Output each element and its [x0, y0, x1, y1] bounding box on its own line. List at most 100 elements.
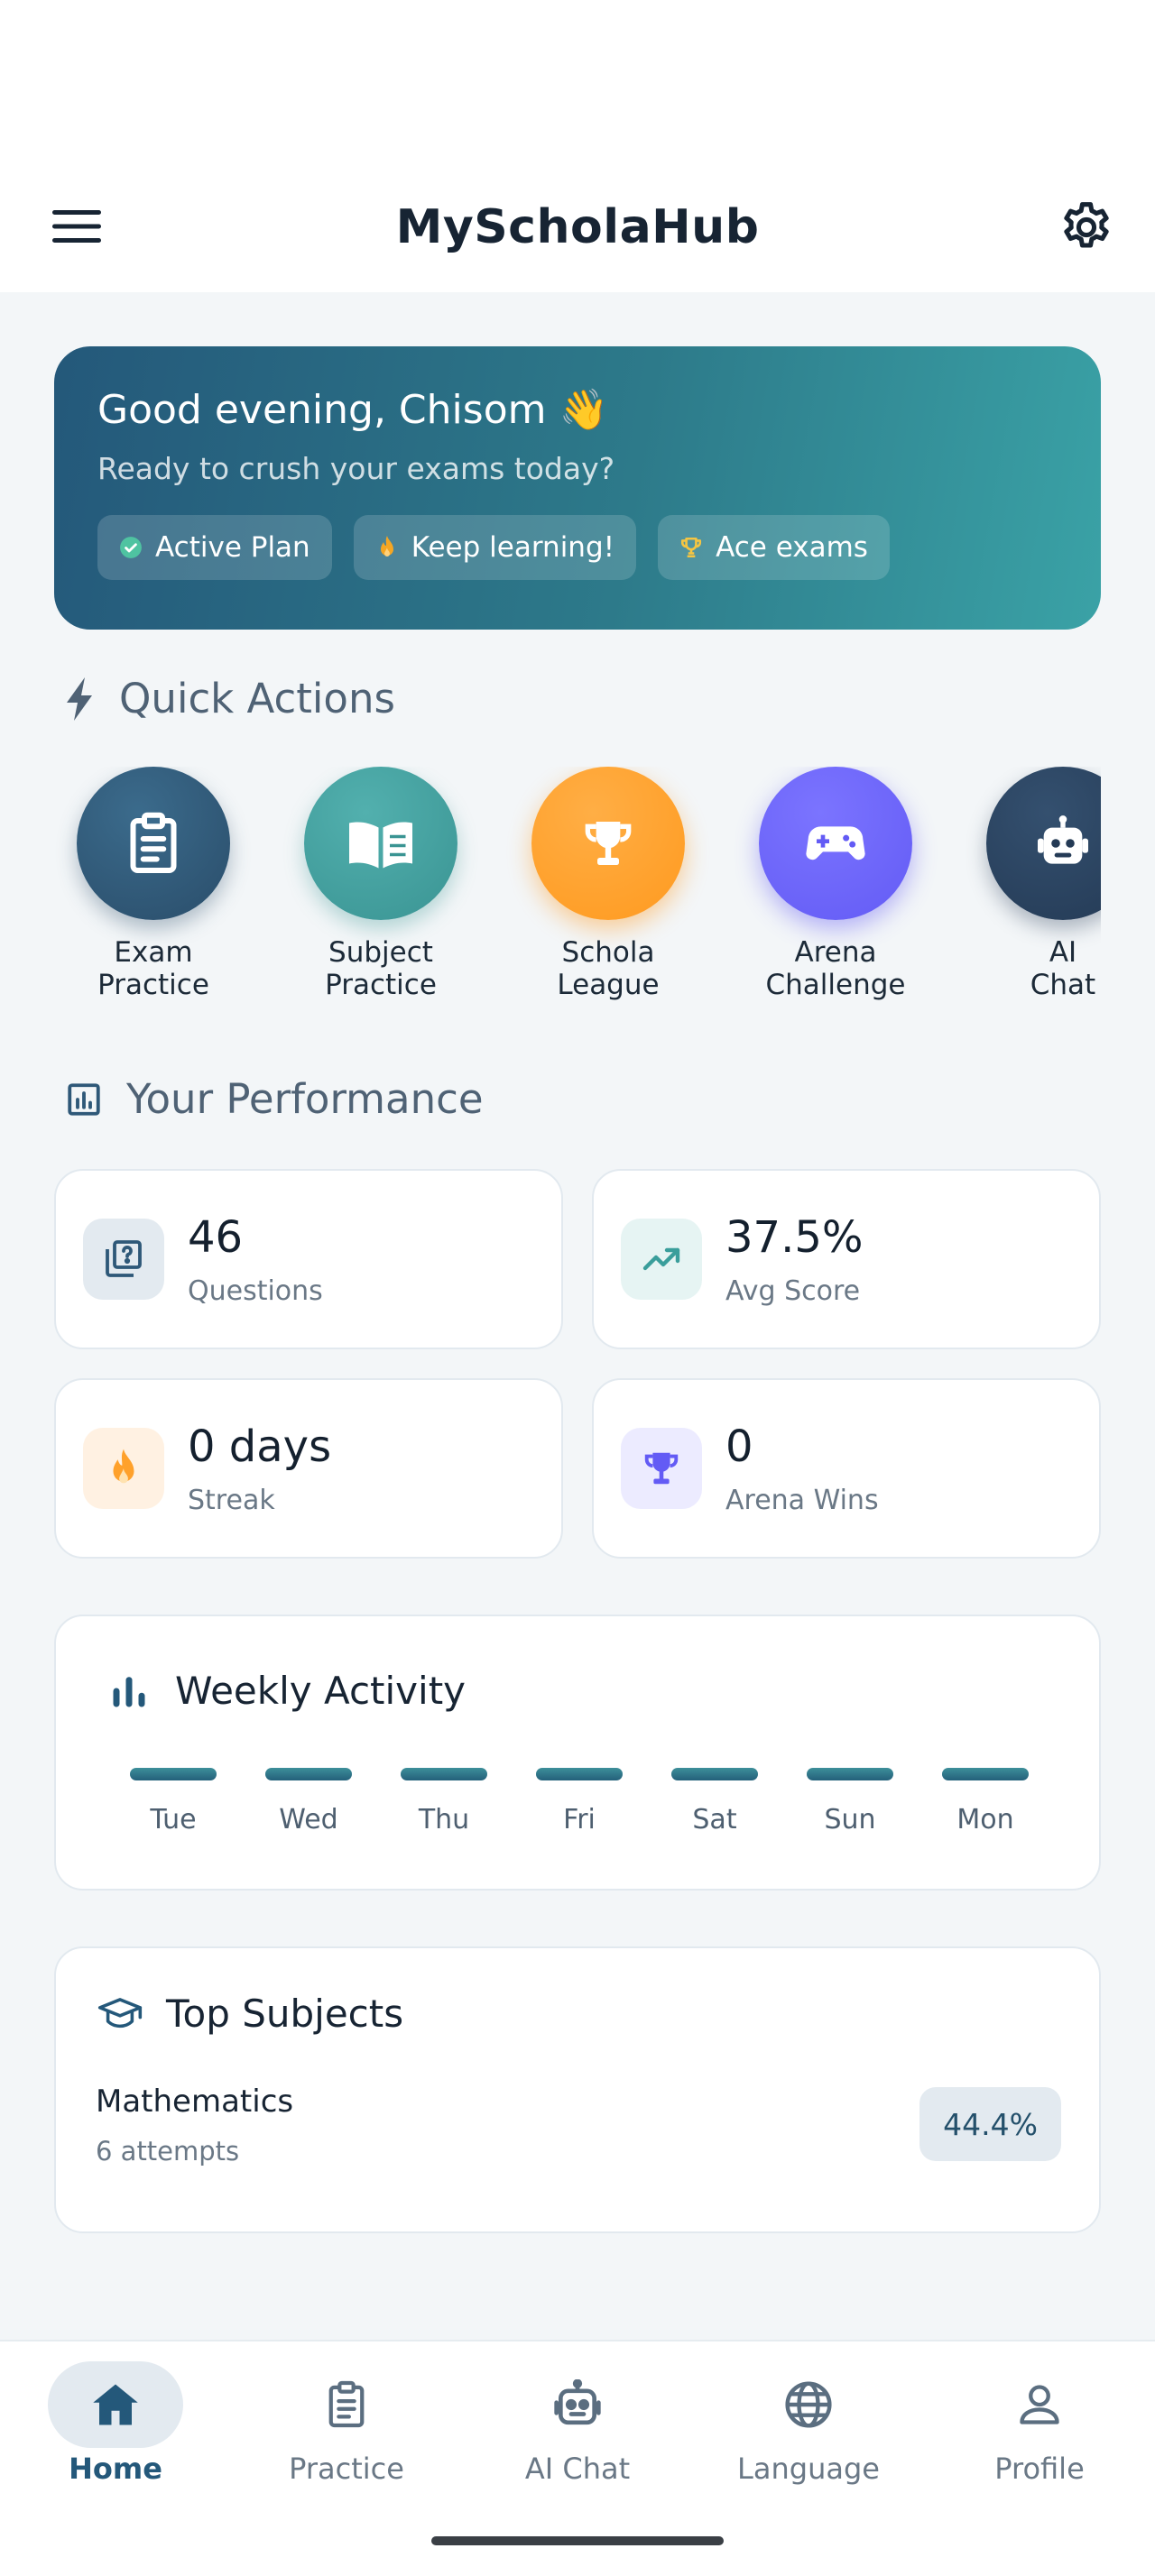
quick-action-circle [531, 767, 685, 920]
day-label: Thu [418, 1804, 470, 1835]
gamepad-icon [806, 826, 865, 860]
nav-practice[interactable]: Practice [231, 2361, 462, 2486]
quick-action-circle [304, 767, 457, 920]
menu-button[interactable] [47, 197, 106, 256]
nav-pill [279, 2361, 414, 2448]
clipboard-icon [130, 812, 177, 873]
stat-value: 37.5% [725, 1211, 864, 1263]
day-column: Tue [128, 1768, 218, 1835]
clipboard-icon [328, 2380, 365, 2428]
stat-label: Avg Score [725, 1274, 861, 1307]
home-icon [93, 2384, 138, 2425]
day-column: Sat [670, 1768, 760, 1835]
day-label: Sat [692, 1804, 737, 1835]
nav-pill [510, 2361, 645, 2448]
stat-card-streak: 0 days Streak [54, 1378, 563, 1559]
quick-action-circle [77, 767, 230, 920]
stat-label: Streak [188, 1484, 275, 1516]
activity-bar [265, 1768, 352, 1780]
greeting-subtitle: Ready to crush your exams today? [97, 451, 615, 486]
stat-value: 0 [725, 1421, 753, 1472]
chip-label: Active Plan [155, 531, 310, 564]
trophy-icon [644, 1452, 679, 1485]
activity-bar [671, 1768, 758, 1780]
status-bar [0, 0, 1155, 162]
open-book-icon [349, 822, 412, 869]
lightning-bolt-icon [67, 676, 92, 721]
trophy-icon [585, 822, 632, 865]
day-label: Fri [563, 1804, 596, 1835]
card-title: Top Subjects [166, 1992, 404, 2036]
nav-profile[interactable]: Profile [924, 2361, 1155, 2486]
performance-header: Your Performance [65, 1075, 484, 1123]
day-column: Sun [805, 1768, 895, 1835]
stat-card-arena-wins: 0 Arena Wins [592, 1378, 1101, 1559]
chip-label: Keep learning! [411, 531, 615, 564]
trending-up-icon [642, 1247, 680, 1271]
quiz-question-icon [106, 1240, 142, 1277]
verified-check-icon [119, 536, 143, 559]
quick-action-schola-league[interactable]: Schola League [518, 767, 698, 1001]
day-column: Mon [940, 1768, 1030, 1835]
settings-button[interactable] [1054, 195, 1119, 260]
settings-gear-icon [1064, 202, 1109, 248]
stat-label: Questions [188, 1274, 323, 1307]
nav-pill [48, 2361, 183, 2448]
stat-value: 46 [188, 1211, 244, 1263]
stat-card-avg-score: 37.5% Avg Score [592, 1169, 1101, 1349]
chip-ace-exams: Ace exams [658, 515, 890, 580]
stat-value: 0 days [188, 1421, 332, 1472]
activity-bar [942, 1768, 1029, 1780]
quick-action-ai-chat[interactable]: AI Chat [973, 767, 1101, 1001]
activity-bar [130, 1768, 217, 1780]
app-bar: MyScholaHub [0, 162, 1155, 292]
quick-action-label: Subject Practice [325, 936, 437, 1001]
nav-home[interactable]: Home [0, 2361, 231, 2486]
nav-label: Practice [289, 2452, 404, 2486]
quick-action-subject-practice[interactable]: Subject Practice [291, 767, 471, 1001]
weekly-activity-card: Weekly Activity Tue Wed Thu Fri Sat Sun … [54, 1615, 1101, 1891]
section-title: Your Performance [126, 1075, 484, 1123]
globe-icon [785, 2381, 832, 2428]
nav-label: AI Chat [524, 2452, 631, 2486]
weekly-days: Tue Wed Thu Fri Sat Sun Mon [128, 1768, 1030, 1835]
quick-action-arena-challenge[interactable]: Arena Challenge [745, 767, 926, 1001]
quick-action-label: Arena Challenge [765, 936, 906, 1001]
nav-ai-chat[interactable]: AI Chat [462, 2361, 693, 2486]
quick-action-label: Schola League [557, 936, 660, 1001]
stat-icon-box [621, 1428, 702, 1509]
stat-label: Arena Wins [725, 1484, 879, 1516]
flame-icon [113, 1449, 134, 1484]
quick-actions-header: Quick Actions [65, 675, 395, 722]
day-label: Mon [956, 1804, 1014, 1835]
quick-actions-row: Exam Practice Subject Practice Schola Le… [54, 767, 1101, 1010]
quick-action-circle [759, 767, 912, 920]
chip-label: Ace exams [716, 531, 868, 564]
day-label: Tue [150, 1804, 197, 1835]
day-label: Sun [824, 1804, 876, 1835]
top-subjects-card: Top Subjects Mathematics 6 attempts 44.4… [54, 1946, 1101, 2233]
menu-icon [52, 210, 101, 243]
quick-action-exam-practice[interactable]: Exam Practice [63, 767, 244, 1001]
chip-keep-learning: Keep learning! [353, 515, 637, 580]
greeting-card: Good evening, Chisom 👋 Ready to crush yo… [54, 346, 1101, 630]
stat-card-questions: 46 Questions [54, 1169, 563, 1349]
trophy-icon [679, 536, 703, 559]
stat-icon-box [621, 1219, 702, 1300]
app-title: MyScholaHub [395, 200, 760, 254]
nav-language[interactable]: Language [693, 2361, 924, 2486]
stat-icon-box [83, 1219, 164, 1300]
section-title: Quick Actions [119, 675, 395, 722]
subject-name: Mathematics [96, 2084, 294, 2120]
nav-label: Home [69, 2452, 162, 2486]
bar-chart-icon [113, 1676, 145, 1707]
day-column: Fri [534, 1768, 624, 1835]
greeting-text: Good evening, Chisom 👋 [97, 387, 609, 433]
nav-pill [972, 2361, 1107, 2448]
robot-icon [554, 2379, 601, 2425]
home-indicator [431, 2536, 724, 2545]
nav-label: Profile [994, 2452, 1085, 2486]
activity-bar [401, 1768, 487, 1780]
quick-action-label: AI Chat [1030, 936, 1096, 1001]
nav-label: Language [737, 2452, 880, 2486]
